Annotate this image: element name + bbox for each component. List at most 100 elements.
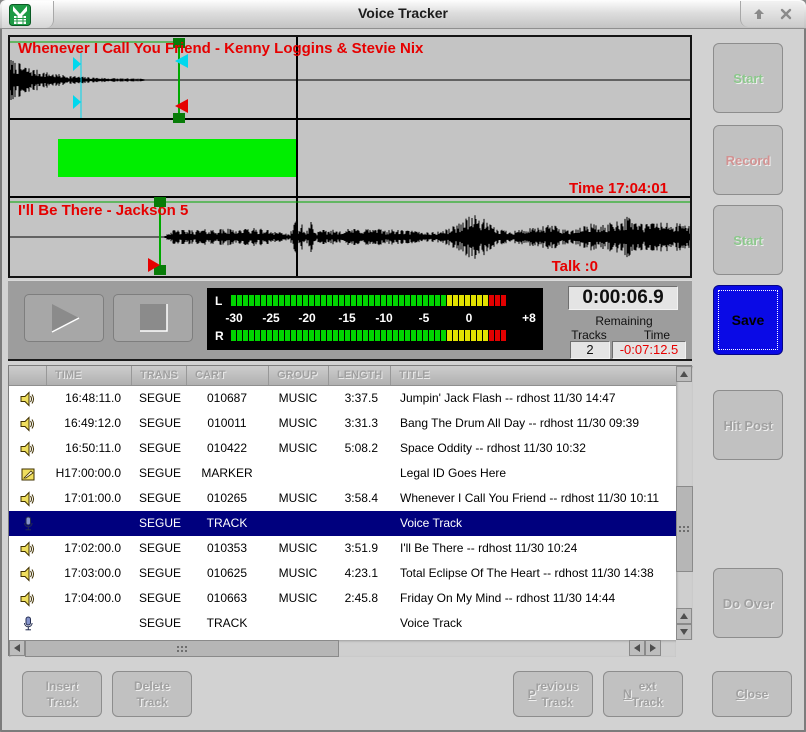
cell-time: 16:49:12.0 <box>46 411 131 436</box>
meter-segment <box>261 330 266 341</box>
horizontal-scrollbar-thumb[interactable] <box>25 640 339 657</box>
meter-right-label: R <box>215 329 224 343</box>
hit-post-button[interactable]: Hit Post <box>713 390 783 460</box>
col-group[interactable]: GROUP <box>268 366 328 385</box>
meter-segment <box>453 330 458 341</box>
speaker-icon <box>9 536 46 561</box>
play-button[interactable] <box>24 294 104 342</box>
meter-segment <box>429 295 434 306</box>
meter-segment <box>363 295 368 306</box>
meter-segment <box>249 295 254 306</box>
meter-segment <box>315 330 320 341</box>
vertical-scrollbar-thumb[interactable] <box>676 486 693 572</box>
pane-divider-1 <box>10 118 690 120</box>
meter-scale-label: +8 <box>522 311 536 325</box>
stop-button[interactable] <box>113 294 193 342</box>
col-cart[interactable]: CART <box>186 366 268 385</box>
log-row[interactable]: 16:48:11.0SEGUE010687MUSIC3:37.5Jumpin' … <box>9 386 676 411</box>
meter-segment <box>393 330 398 341</box>
time-remaining-value: -0:07:12.5 <box>612 341 686 359</box>
scroll-left-button[interactable] <box>9 640 25 656</box>
meter-scale-label: -20 <box>298 311 315 325</box>
meter-segment <box>369 330 374 341</box>
meter-segment <box>285 330 290 341</box>
log-row[interactable]: 17:01:00.0SEGUE010265MUSIC3:58.4Whenever… <box>9 486 676 511</box>
meter-segment <box>267 295 272 306</box>
end-marker-icon[interactable] <box>175 99 188 113</box>
start-track2-button[interactable]: Start <box>713 205 783 275</box>
log-row[interactable]: 17:02:00.0SEGUE010353MUSIC3:51.9I'll Be … <box>9 536 676 561</box>
close-button[interactable]: Close <box>712 671 792 717</box>
next-track-button[interactable]: Next Track <box>603 671 683 717</box>
fade-marker-bottom-icon[interactable] <box>73 95 81 109</box>
cell-time: 17:02:00.0 <box>46 536 131 561</box>
log-table-header: TIME TRANS CART GROUP LENGTH TITLE <box>9 366 676 386</box>
log-row[interactable]: 16:50:11.0SEGUE010422MUSIC5:08.2Space Od… <box>9 436 676 461</box>
voice-tracker-window: Voice Tracker <box>0 0 806 732</box>
waveform-svg <box>10 37 690 276</box>
transport-panel: L -30-25-20-15-10-50+8 R 0:00:06.9 Remai… <box>8 280 692 361</box>
meter-segment <box>465 330 470 341</box>
scroll-right-button[interactable] <box>645 640 661 656</box>
meter-segment <box>375 295 380 306</box>
meter-segment <box>423 330 428 341</box>
log-row[interactable]: SEGUETRACKVoice Track <box>9 611 676 636</box>
log-row[interactable]: SEGUETRACKVoice Track <box>9 511 676 536</box>
cell-time: H17:00:00.0 <box>46 461 131 486</box>
do-over-button[interactable]: Do Over <box>713 568 783 638</box>
scroll-up-button[interactable] <box>676 366 692 382</box>
log-row[interactable]: H17:00:00.0SEGUEMARKERLegal ID Goes Here <box>9 461 676 486</box>
tracks-remaining-label: Tracks <box>560 328 618 342</box>
cell-group: MUSIC <box>268 561 328 586</box>
log-row[interactable]: 16:49:12.0SEGUE010011MUSIC3:31.3Bang The… <box>9 411 676 436</box>
log-row[interactable]: 17:04:00.0SEGUE010663MUSIC2:45.8Friday O… <box>9 586 676 611</box>
cell-trans: SEGUE <box>131 536 186 561</box>
cell-length: 3:37.5 <box>328 386 390 411</box>
track2-title: I'll Be There - Jackson 5 <box>18 202 188 219</box>
col-trans[interactable]: TRANS <box>131 366 186 385</box>
cell-title: Total Eclipse Of The Heart -- rdhost 11/… <box>390 561 676 586</box>
previous-track-button[interactable]: Previous Track <box>513 671 593 717</box>
meter-segment <box>477 295 482 306</box>
meter-segment <box>429 330 434 341</box>
meter-segment <box>249 330 254 341</box>
fade-marker-top-icon[interactable] <box>73 57 81 71</box>
cell-cart: 010422 <box>186 436 268 461</box>
meter-segment <box>327 330 332 341</box>
voice-track-block[interactable] <box>58 139 296 177</box>
insert-track-button[interactable]: Insert Track <box>22 671 102 717</box>
cell-group: MUSIC <box>268 411 328 436</box>
save-button[interactable]: Save <box>713 285 783 355</box>
meter-scale: -30-25-20-15-10-50+8 <box>207 311 543 325</box>
meter-segment <box>291 330 296 341</box>
segue-handle-bottom[interactable] <box>173 113 185 123</box>
meter-segment <box>339 295 344 306</box>
scroll-up-button-2[interactable] <box>676 608 692 624</box>
col-time[interactable]: TIME <box>46 366 131 385</box>
close-window-icon[interactable] <box>776 5 796 23</box>
speaker-icon <box>9 586 46 611</box>
meter-segment <box>273 295 278 306</box>
delete-track-button[interactable]: Delete Track <box>112 671 192 717</box>
log-row[interactable]: 17:03:00.0SEGUE010625MUSIC4:23.1Total Ec… <box>9 561 676 586</box>
record-button[interactable]: Record <box>713 125 783 195</box>
cell-trans: SEGUE <box>131 436 186 461</box>
meter-segment <box>333 330 338 341</box>
cell-trans: SEGUE <box>131 611 186 636</box>
cell-length: 4:23.1 <box>328 561 390 586</box>
meter-segment <box>297 295 302 306</box>
cell-title: Jumpin' Jack Flash -- rdhost 11/30 14:47 <box>390 386 676 411</box>
col-length[interactable]: LENGTH <box>328 366 390 385</box>
scroll-down-button[interactable] <box>676 624 692 640</box>
col-title[interactable]: TITLE <box>390 366 676 385</box>
cell-trans: SEGUE <box>131 461 186 486</box>
start-track1-button[interactable]: Start <box>713 43 783 113</box>
remaining-label: Remaining <box>566 314 682 328</box>
col-icon[interactable] <box>9 366 46 385</box>
scroll-left-button-2[interactable] <box>629 640 645 656</box>
speaker-icon <box>9 411 46 436</box>
meter-segment <box>405 330 410 341</box>
shade-window-icon[interactable] <box>749 5 769 23</box>
cell-cart: 010353 <box>186 536 268 561</box>
meter-segment <box>345 330 350 341</box>
